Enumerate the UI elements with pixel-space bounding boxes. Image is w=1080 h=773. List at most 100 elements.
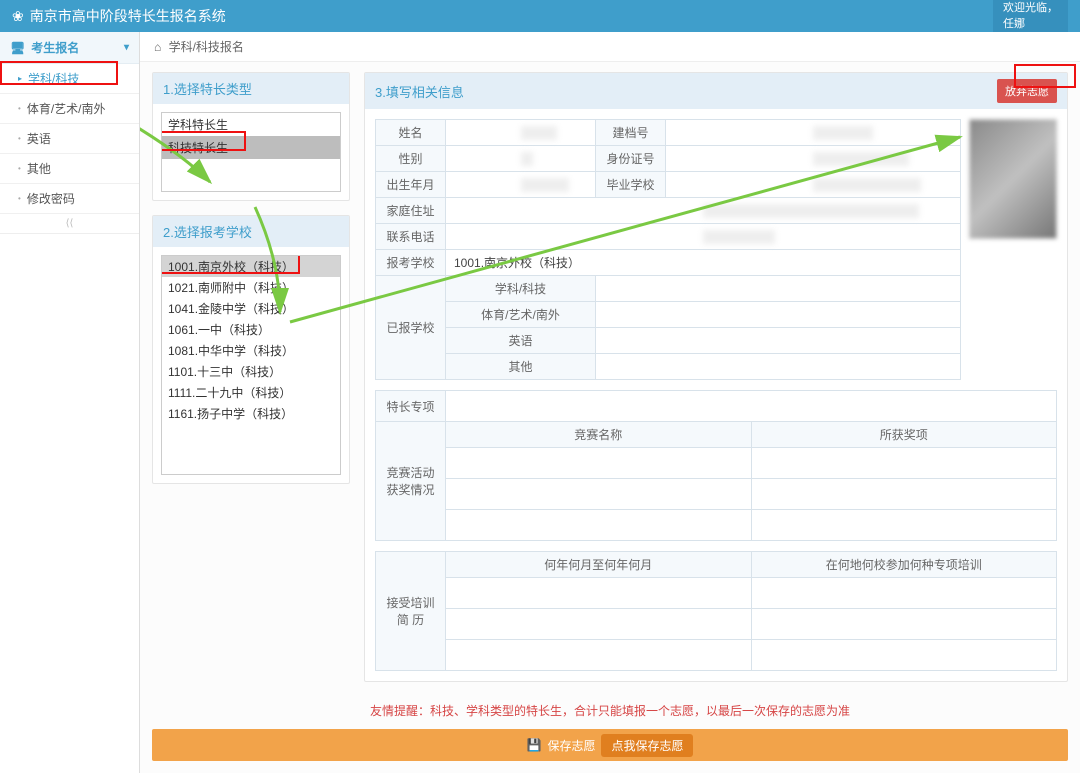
breadcrumb-text: 学科/科技报名 [169, 40, 244, 54]
input-train-period-2[interactable] [452, 613, 745, 635]
value-cat-eng [596, 328, 961, 354]
input-award-2[interactable] [758, 483, 1051, 505]
chevron-down-icon: ▾ [124, 42, 129, 53]
sidebar-collapse[interactable]: ⟨⟨ [0, 214, 139, 234]
left-column: 1.选择特长类型 学科特长生 科技特长生 2.选择报考学校 1001.南京外校（… [152, 72, 350, 682]
sidebar-item-other[interactable]: •其他 [0, 154, 139, 184]
school-option[interactable]: 1021.南师附中（科技） [162, 277, 340, 298]
sidebar: 🖥 考生报名 ▾ ▸学科/科技 •体育/艺术/南外 •英语 •其他 •修改密码 … [0, 32, 140, 773]
school-option[interactable]: 1001.南京外校（科技） [162, 256, 340, 277]
panel-select-type: 1.选择特长类型 学科特长生 科技特长生 [152, 72, 350, 201]
input-comp-name-2[interactable] [452, 483, 745, 505]
breadcrumb: ⌂ 学科/科技报名 [140, 32, 1080, 62]
label-award: 所获奖项 [751, 422, 1057, 448]
value-record [813, 126, 873, 140]
type-option-tech[interactable]: 科技特长生 [162, 136, 340, 159]
top-bar: ❀ 南京市高中阶段特长生报名系统 欢迎光临， 任娜 [0, 0, 1080, 32]
input-train-where-1[interactable] [758, 582, 1051, 604]
label-gender: 性别 [376, 146, 446, 172]
panel1-title: 1.选择特长类型 [153, 73, 349, 104]
input-award-3[interactable] [758, 514, 1051, 536]
main-layout: 🖥 考生报名 ▾ ▸学科/科技 •体育/艺术/南外 •英语 •其他 •修改密码 … [0, 32, 1080, 773]
label-train-where: 在何地何校参加何种专项培训 [751, 552, 1057, 578]
label-train-period: 何年何月至何年何月 [446, 552, 752, 578]
reminder-text: 友情提醒：科技、学科类型的特长生，合计只能填报一个志愿，以最后一次保存的志愿为准 [140, 702, 1080, 719]
value-gender [521, 152, 533, 166]
input-train-period-1[interactable] [452, 582, 745, 604]
school-option[interactable]: 1081.中华中学（科技） [162, 340, 340, 361]
monitor-icon: 🖥 [10, 41, 25, 55]
sidebar-heading-label: 考生报名 [31, 39, 79, 56]
label-cat-art: 体育/艺术/南外 [446, 302, 596, 328]
label-cat-other: 其他 [446, 354, 596, 380]
home-icon: ⌂ [154, 40, 161, 54]
save-icon: 💾 [527, 738, 542, 752]
input-award-1[interactable] [758, 452, 1051, 474]
panels-row: 1.选择特长类型 学科特长生 科技特长生 2.选择报考学校 1001.南京外校（… [140, 62, 1080, 688]
value-applyschool: 1001.南京外校（科技） [446, 250, 961, 276]
save-label: 保存志愿 [547, 737, 595, 754]
input-train-period-3[interactable] [452, 644, 745, 666]
label-birth: 出生年月 [376, 172, 446, 198]
school-option[interactable]: 1161.扬子中学（科技） [162, 403, 340, 424]
label-name: 姓名 [376, 120, 446, 146]
sidebar-nav: ▸学科/科技 •体育/艺术/南外 •英语 •其他 •修改密码 [0, 64, 139, 214]
input-train-where-3[interactable] [758, 644, 1051, 666]
input-comp-name-1[interactable] [452, 452, 745, 474]
input-comp-name-3[interactable] [452, 514, 745, 536]
sidebar-heading[interactable]: 🖥 考生报名 ▾ [0, 32, 139, 64]
label-cat-eng: 英语 [446, 328, 596, 354]
panel3-header: 3.填写相关信息 放弃志愿 [365, 73, 1067, 109]
value-name [521, 126, 557, 140]
input-train-where-2[interactable] [758, 613, 1051, 635]
type-option-subject[interactable]: 学科特长生 [162, 113, 340, 136]
value-idno [813, 152, 909, 166]
student-photo [969, 119, 1057, 239]
label-gradschool: 毕业学校 [596, 172, 666, 198]
panel-select-school: 2.选择报考学校 1001.南京外校（科技） 1021.南师附中（科技） 104… [152, 215, 350, 484]
label-address: 家庭住址 [376, 198, 446, 224]
value-phone [703, 230, 775, 244]
label-record: 建档号 [596, 120, 666, 146]
label-train-section: 接受培训 简 历 [376, 552, 446, 671]
app-title: 南京市高中阶段特长生报名系统 [30, 0, 226, 32]
competition-table: 特长专项 竞赛活动 获奖情况 竞赛名称 所获奖项 [375, 390, 1057, 541]
content-area: ⌂ 学科/科技报名 1.选择特长类型 学科特长生 科技特长生 [140, 32, 1080, 773]
save-bar: 💾 保存志愿 点我保存志愿 [152, 729, 1068, 761]
school-option[interactable]: 1061.一中（科技） [162, 319, 340, 340]
school-listbox[interactable]: 1001.南京外校（科技） 1021.南师附中（科技） 1041.金陵中学（科技… [161, 255, 341, 475]
school-option[interactable]: 1111.二十九中（科技） [162, 382, 340, 403]
user-name: 任娜 [1003, 16, 1058, 32]
abandon-button[interactable]: 放弃志愿 [997, 79, 1057, 103]
value-cat-subject [596, 276, 961, 302]
save-button[interactable]: 点我保存志愿 [601, 734, 693, 757]
type-listbox[interactable]: 学科特长生 科技特长生 [161, 112, 341, 192]
value-gradschool [813, 178, 921, 192]
label-applyschool: 报考学校 [376, 250, 446, 276]
label-cat-subject: 学科/科技 [446, 276, 596, 302]
label-applied: 已报学校 [376, 276, 446, 380]
label-specialty: 特长专项 [376, 391, 446, 422]
panel3-title: 3.填写相关信息 [375, 82, 464, 101]
school-option[interactable]: 1041.金陵中学（科技） [162, 298, 340, 319]
label-phone: 联系电话 [376, 224, 446, 250]
user-box[interactable]: 欢迎光临， 任娜 [993, 0, 1068, 32]
leaf-icon: ❀ [12, 0, 24, 32]
value-address [703, 204, 919, 218]
input-specialty[interactable] [452, 395, 1050, 417]
value-birth [521, 178, 569, 192]
value-cat-other [596, 354, 961, 380]
sidebar-item-subject-tech[interactable]: ▸学科/科技 [0, 64, 139, 94]
value-cat-art [596, 302, 961, 328]
school-option[interactable]: 1101.十三中（科技） [162, 361, 340, 382]
label-comp-section: 竞赛活动 获奖情况 [376, 422, 446, 541]
label-idno: 身份证号 [596, 146, 666, 172]
panel-fill-info: 3.填写相关信息 放弃志愿 姓名 建档号 [364, 72, 1068, 682]
training-table: 接受培训 简 历 何年何月至何年何月 在何地何校参加何种专项培训 [375, 551, 1057, 671]
panel2-title: 2.选择报考学校 [153, 216, 349, 247]
sidebar-item-change-password[interactable]: •修改密码 [0, 184, 139, 214]
sidebar-item-sports-art[interactable]: •体育/艺术/南外 [0, 94, 139, 124]
label-comp-name: 竞赛名称 [446, 422, 752, 448]
welcome-text: 欢迎光临， [1003, 0, 1058, 16]
sidebar-item-english[interactable]: •英语 [0, 124, 139, 154]
